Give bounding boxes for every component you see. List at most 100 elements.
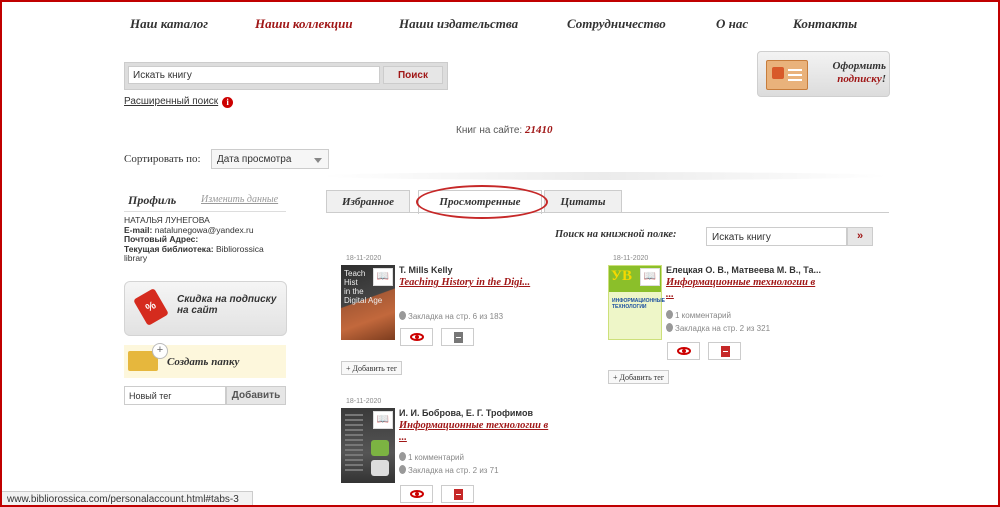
book-author: И. И. Боброва, Е. Г. Трофимов <box>399 408 533 418</box>
book-title-link[interactable]: Информационные технологии в... <box>399 420 594 444</box>
apple-icon <box>371 460 389 476</box>
plus-icon: + <box>152 343 168 359</box>
comments-info: 1 комментарий <box>399 452 464 462</box>
book-title-line2[interactable]: ... <box>666 289 674 300</box>
tab-quotes[interactable]: Цитаты <box>544 190 622 213</box>
nav-collections[interactable]: Наши коллекции <box>255 16 353 32</box>
add-tag-link[interactable]: + Добавить тег <box>341 361 403 375</box>
edit-profile-link[interactable]: Изменить данные <box>201 194 278 205</box>
cover-pattern <box>345 414 363 474</box>
view-date: 18-11-2020 <box>346 398 382 405</box>
nav-about[interactable]: О нас <box>716 16 748 32</box>
create-folder-label: Создать папку <box>167 356 240 368</box>
discount-line1: Скидка на подписку <box>177 294 277 305</box>
book-card: 18-11-2020 📖 И. И. Боброва, Е. Г. Трофим… <box>341 398 601 503</box>
profile-divider <box>124 211 286 212</box>
bookmark-info: Закладка на стр. 2 из 71 <box>399 465 499 475</box>
highlight-ellipse <box>416 185 548 219</box>
comments-text: 1 комментарий <box>408 453 464 462</box>
comment-icon <box>666 310 673 319</box>
bookmark-info: Закладка на стр. 6 из 183 <box>399 311 503 321</box>
cover-letters: УВ <box>611 268 633 284</box>
profile-info: НАТАЛЬЯ ЛУНЕГОВА E-mail: natalunegowa@ya… <box>124 215 289 264</box>
shelf-search-button[interactable]: » <box>847 227 873 246</box>
divider-shadow <box>320 172 890 180</box>
view-button[interactable] <box>400 328 433 346</box>
download-pdf-button[interactable] <box>441 485 474 503</box>
advanced-search-link[interactable]: Расширенный поиск i <box>124 96 234 108</box>
open-book-icon[interactable]: 📖 <box>373 411 393 429</box>
android-icon <box>371 440 389 456</box>
book-title-line1[interactable]: Информационные технологии в <box>666 277 815 288</box>
create-folder-button[interactable]: + Создать папку <box>124 343 286 378</box>
view-date: 18-11-2020 <box>613 255 649 262</box>
browser-status-bar: www.bibliorossica.com/personalaccount.ht… <box>0 491 253 507</box>
view-date: 18-11-2020 <box>346 255 382 262</box>
bookmark-info: Закладка на стр. 2 из 321 <box>666 323 770 333</box>
view-button[interactable] <box>667 342 700 360</box>
sort-selected-value: Дата просмотра <box>217 154 292 165</box>
book-author: Елецкая О. В., Матвеева М. В., Та... <box>666 265 822 275</box>
bookmark-icon <box>666 323 673 332</box>
top-nav: Наш каталог Наши коллекции Наши издатель… <box>130 16 870 36</box>
book-card: 18-11-2020 Teach Hist in the Digital Age… <box>341 255 601 375</box>
book-title-link[interactable]: Информационные технологии в... <box>666 277 881 301</box>
sort-select[interactable]: Дата просмотра <box>211 149 329 169</box>
open-book-icon[interactable]: 📖 <box>373 268 393 286</box>
add-tag-link[interactable]: + Добавить тег <box>608 370 670 384</box>
comment-icon <box>399 452 406 461</box>
nav-catalog[interactable]: Наш каталог <box>130 16 208 32</box>
tabs-baseline <box>326 212 889 213</box>
cover-title-text: ИНФОРМАЦИОННЫЕ ТЕХНОЛОГИИ <box>612 298 665 310</box>
book-card: 18-11-2020 УВ ИНФОРМАЦИОННЫЕ ТЕХНОЛОГИИ … <box>608 255 878 375</box>
view-button[interactable] <box>400 485 433 503</box>
book-title-link[interactable]: Teaching History in the Digi... <box>399 277 589 289</box>
book-title-line2[interactable]: ... <box>399 432 407 443</box>
discount-line2: на сайт <box>177 305 218 316</box>
subscribe-line2: подписку <box>837 73 882 85</box>
search-input[interactable]: Искать книгу <box>128 66 380 84</box>
discount-tag-icon: % <box>133 288 169 326</box>
sort-label: Сортировать по: <box>124 153 201 165</box>
library-label: Текущая библиотека: <box>124 243 214 254</box>
email-label: E-mail: <box>124 224 153 235</box>
subscribe-line1: Оформить <box>832 60 886 72</box>
profile-email: natalunegowa@yandex.ru <box>154 224 254 235</box>
new-tag-input[interactable]: Новый тег <box>124 386 226 405</box>
search-bar: Искать книгу Поиск <box>124 62 448 90</box>
chevron-down-icon <box>314 158 322 163</box>
tab-favorites[interactable]: Избранное <box>326 190 410 213</box>
book-title-line1[interactable]: Информационные технологии в <box>399 420 548 431</box>
nav-contacts[interactable]: Контакты <box>793 16 857 32</box>
book-author: T. Mills Kelly <box>399 265 453 275</box>
info-icon[interactable]: i <box>222 97 234 108</box>
download-pdf-button[interactable] <box>708 342 741 360</box>
nav-publishers[interactable]: Наши издательства <box>399 16 518 32</box>
bookmark-icon <box>399 465 406 474</box>
bookmark-text: Закладка на стр. 2 из 321 <box>675 324 771 333</box>
subscribe-exclam: ! <box>881 73 886 85</box>
comments-text: 1 комментарий <box>675 311 731 320</box>
profile-title: Профиль <box>128 193 177 207</box>
books-count-label: Книг на сайте: <box>456 125 523 136</box>
books-count: Книг на сайте: 21410 <box>456 124 552 136</box>
download-pdf-button[interactable] <box>441 328 474 346</box>
subscribe-button[interactable]: Оформить подписку! <box>757 51 890 97</box>
bookmark-text: Закладка на стр. 6 из 183 <box>408 312 504 321</box>
bookmark-icon <box>399 311 406 320</box>
subscription-card-icon <box>766 60 808 90</box>
open-book-icon[interactable]: 📖 <box>640 268 660 286</box>
shelf-search-input[interactable]: Искать книгу <box>706 227 847 246</box>
bookmark-text: Закладка на стр. 2 из 71 <box>408 466 499 475</box>
advanced-search-label[interactable]: Расширенный поиск <box>124 96 218 107</box>
discount-label: Скидка на подписку на сайт <box>177 294 283 316</box>
add-tag-button[interactable]: Добавить <box>226 386 286 405</box>
address-label: Почтовый Адрес: <box>124 234 199 244</box>
subscription-discount-button[interactable]: % Скидка на подписку на сайт <box>124 281 287 336</box>
nav-cooperation[interactable]: Сотрудничество <box>567 16 666 32</box>
shelf-search-label: Поиск на книжной полке: <box>555 229 677 240</box>
books-count-value: 21410 <box>524 124 553 136</box>
subscribe-label: Оформить подписку! <box>810 60 886 86</box>
search-button[interactable]: Поиск <box>383 66 443 84</box>
comments-info: 1 комментарий <box>666 310 731 320</box>
